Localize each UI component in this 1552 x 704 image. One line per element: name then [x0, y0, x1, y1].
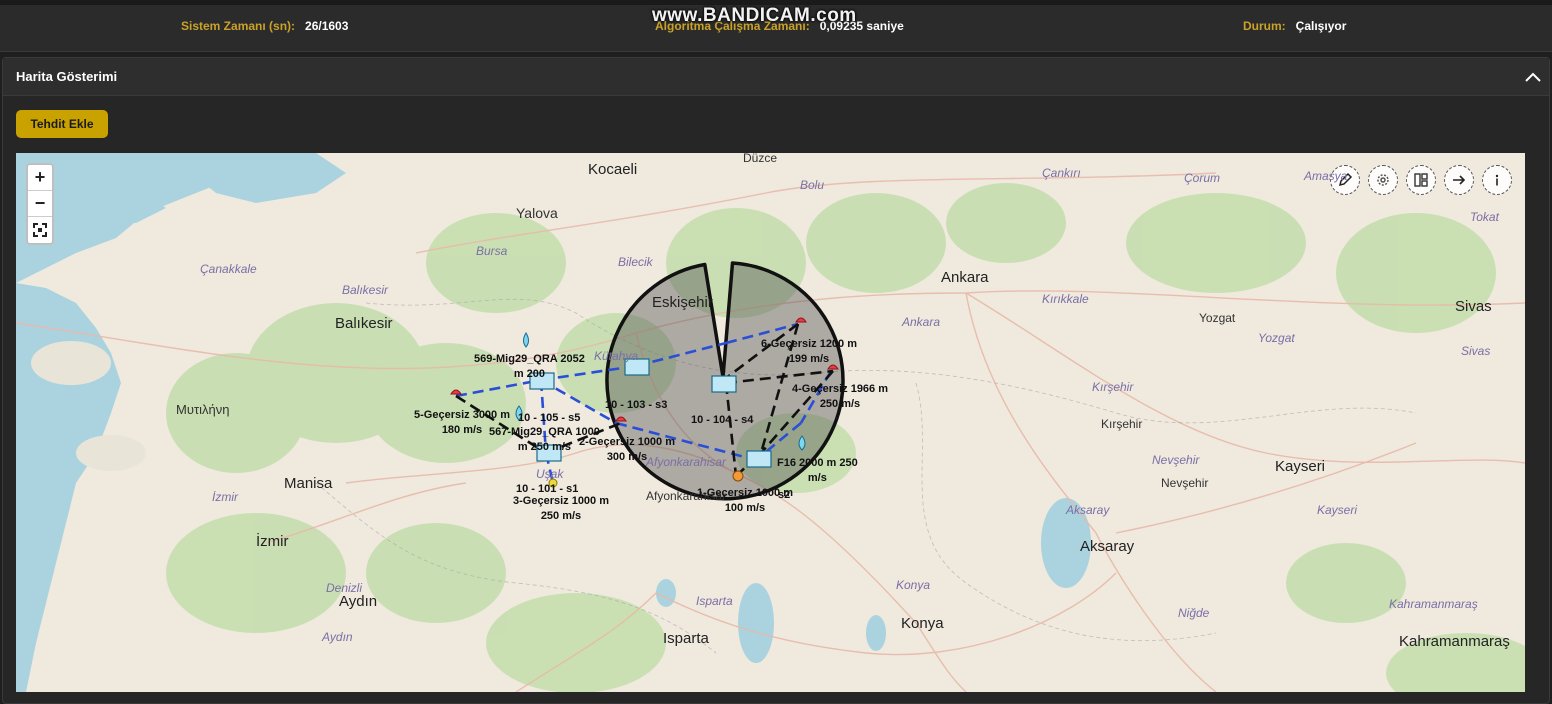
- zoom-control: + −: [26, 163, 54, 245]
- city-label: Kahramanmaraş: [1399, 633, 1510, 650]
- fit-extent-icon: [33, 223, 47, 237]
- province-label: Tokat: [1470, 210, 1499, 224]
- province-label: Kayseri: [1317, 503, 1358, 517]
- city-label: Ankara: [941, 269, 989, 286]
- entity-label: s2: [778, 489, 791, 501]
- arrow-right-icon: [1453, 175, 1466, 185]
- city-label: Μυτιλήνη: [176, 402, 230, 417]
- map-view[interactable]: + − Yalova Kocaeli Düzce Bolu Çankırı Ço…: [16, 153, 1525, 692]
- state-label: Durum:: [1243, 19, 1286, 33]
- city-label: Kayseri: [1275, 458, 1326, 475]
- province-label: Yozgat: [1258, 331, 1295, 345]
- panel-title: Harita Gösterimi: [16, 69, 118, 84]
- entity-label: F16 2000 m 250 m/s: [777, 457, 858, 484]
- entity-label: 3-Geçersiz 1000 m 250 m/s: [513, 495, 610, 522]
- layers-tool-button[interactable]: [1406, 165, 1436, 195]
- entity-label: 569-Mig29_QRA 2052 m 200: [474, 353, 585, 380]
- settings-icon: [1377, 174, 1389, 186]
- province-label: Aydın: [322, 630, 353, 644]
- province-label: Bolu: [800, 178, 825, 192]
- city-label: Balıkesir: [335, 315, 393, 332]
- entity-label: 2-Geçersiz 1000 m 300 m/s: [579, 436, 676, 463]
- entity-label: 10 - 103 - s3: [605, 399, 668, 411]
- city-label: Eskişehir: [652, 294, 713, 311]
- status-bar: Sistem Zamanı (sn): 26/1603 Algoritma Çal…: [0, 0, 1552, 52]
- province-label: Kırşehir: [1092, 380, 1134, 394]
- threat-marker-1: [732, 470, 744, 482]
- next-tool-button[interactable]: [1444, 165, 1474, 195]
- city-label: Konya: [901, 615, 944, 632]
- city-label: İzmir: [256, 533, 289, 550]
- system-time-value: 26/1603: [305, 19, 349, 33]
- city-label: Kırşehir: [1101, 417, 1143, 431]
- province-label: Bursa: [476, 244, 508, 258]
- system-time: Sistem Zamanı (sn): 26/1603: [181, 19, 348, 33]
- settings-tool-button[interactable]: [1368, 165, 1398, 195]
- province-label: Çorum: [1184, 171, 1221, 185]
- province-label: Sivas: [1461, 344, 1491, 358]
- collapse-button[interactable]: [1523, 67, 1543, 87]
- entity-label: 6-Geçersiz 1200 m 199 m/s: [761, 338, 858, 365]
- province-label: Kırıkkale: [1042, 292, 1089, 306]
- province-label: Kahramanmaraş: [1389, 597, 1478, 611]
- entity-label: 10 - 104 - s4: [691, 414, 754, 426]
- province-label: Çankırı: [1042, 166, 1081, 180]
- province-label: İzmir: [212, 490, 238, 504]
- state: Durum: Çalışıyor: [1243, 19, 1346, 33]
- system-time-label: Sistem Zamanı (sn):: [181, 19, 296, 33]
- city-label: Yozgat: [1199, 311, 1236, 325]
- city-label: Aksaray: [1080, 538, 1135, 555]
- layers-icon: [1414, 173, 1428, 187]
- fit-extent-button[interactable]: [28, 217, 52, 243]
- info-icon: [1495, 174, 1499, 186]
- province-label: Ankara: [902, 315, 941, 329]
- province-label: Konya: [896, 578, 931, 592]
- city-label: Manisa: [284, 475, 333, 492]
- panel-header: Harita Gösterimi: [3, 58, 1549, 96]
- state-value: Çalışıyor: [1295, 19, 1347, 33]
- info-tool-button[interactable]: [1482, 165, 1512, 195]
- province-label: Isparta: [696, 594, 733, 608]
- city-label: Nevşehir: [1161, 476, 1209, 490]
- add-threat-button[interactable]: Tehdit Ekle: [16, 110, 108, 138]
- entity-label: 4-Geçersiz 1966 m 250 m/s: [792, 383, 889, 410]
- city-label: Kocaeli: [588, 161, 638, 178]
- province-label: Bilecik: [618, 255, 653, 269]
- map-base: [16, 153, 1525, 692]
- province-label: Aksaray: [1066, 503, 1110, 517]
- zoom-out-button[interactable]: −: [28, 191, 52, 217]
- province-label: Uşak: [536, 467, 564, 481]
- entity-label: 10 - 105 - s5: [518, 412, 581, 424]
- zoom-in-button[interactable]: +: [28, 165, 52, 191]
- province-label: Niğde: [1178, 606, 1210, 620]
- province-label: Çanakkale: [200, 262, 257, 276]
- province-label: Nevşehir: [1152, 453, 1200, 467]
- province-label: Kütahya: [594, 349, 639, 363]
- city-label: Sivas: [1455, 298, 1492, 315]
- city-label: Düzce: [743, 153, 778, 165]
- city-label: Aydın: [339, 593, 378, 610]
- watermark: www.BANDICAM.com: [652, 5, 857, 26]
- province-label: Balıkesir: [342, 283, 389, 297]
- chevron-up-icon: [1525, 72, 1541, 82]
- city-label: Isparta: [663, 630, 709, 647]
- province-label: Amasya: [1304, 169, 1348, 183]
- city-label: Yalova: [516, 205, 558, 221]
